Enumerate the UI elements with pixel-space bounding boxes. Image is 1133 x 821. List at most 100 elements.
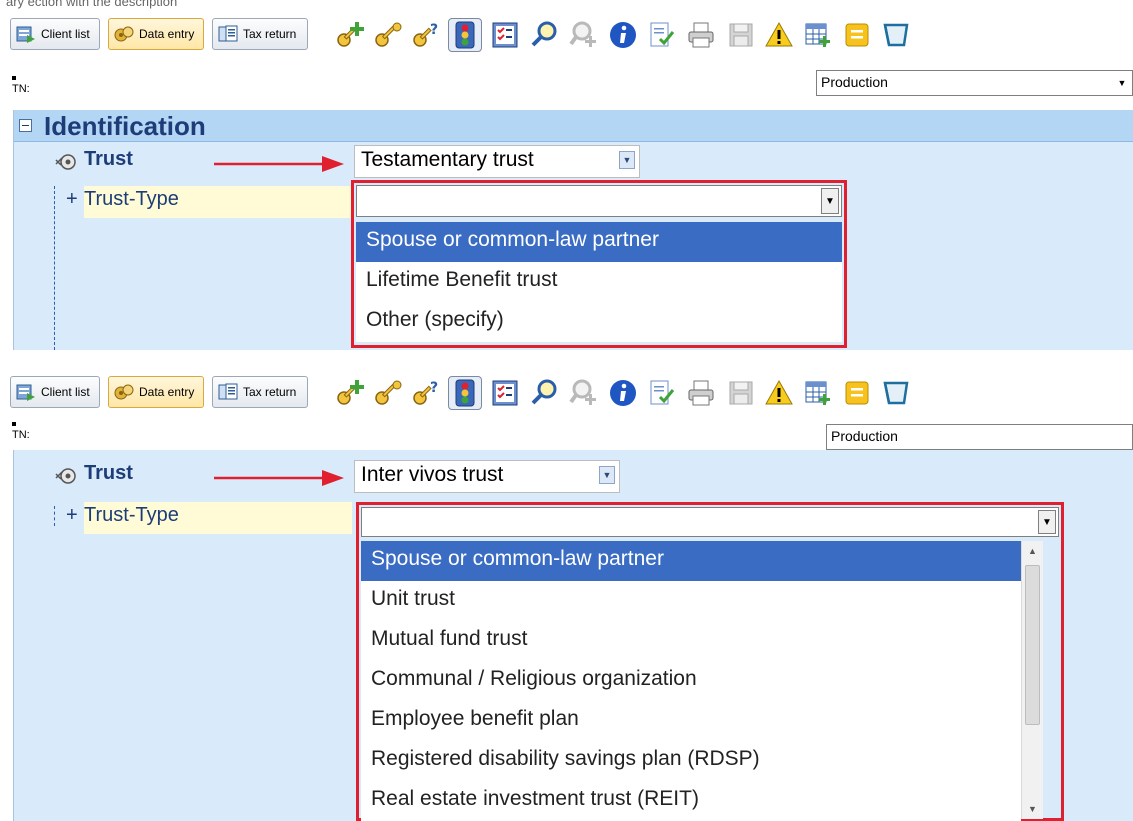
tree-connector (54, 186, 55, 350)
option-spouse[interactable]: Spouse or common-law partner (361, 541, 1021, 581)
magnifier-icon[interactable] (528, 18, 562, 52)
option-communal-religious[interactable]: Communal / Religious organization (361, 661, 1021, 701)
trust-type-options: Spouse or common-law partner Lifetime Be… (356, 222, 842, 342)
return-icon[interactable] (879, 376, 913, 410)
section-header-identification[interactable]: Identification (14, 110, 1133, 142)
checklist-icon[interactable] (488, 376, 522, 410)
production-select-value: Production (831, 428, 898, 444)
trust-label: Trust (84, 148, 133, 170)
tn-marker (12, 422, 16, 426)
note-icon[interactable] (840, 18, 874, 52)
return-icon[interactable] (879, 18, 913, 52)
trust-select-value: Testamentary trust (361, 148, 534, 171)
client-list-icon (15, 23, 37, 45)
tax-return-icon (217, 381, 239, 403)
key-icon[interactable] (371, 376, 405, 410)
trust-type-combobox[interactable]: ▼ (356, 185, 842, 217)
traffic-light-icon[interactable] (448, 18, 482, 52)
data-entry-form: Identification Trust Testamentary trust … (13, 110, 1133, 350)
trust-select[interactable]: Inter vivos trust ▼ (354, 460, 620, 493)
key-icon[interactable] (371, 18, 405, 52)
option-spouse[interactable]: Spouse or common-law partner (356, 222, 842, 262)
red-arrow-annotation (214, 470, 344, 486)
scroll-down-icon[interactable]: ▼ (1022, 799, 1043, 819)
option-rdsp[interactable]: Registered disability savings plan (RDSP… (361, 741, 1021, 781)
warning-icon[interactable] (762, 376, 796, 410)
trust-select-value: Inter vivos trust (361, 463, 504, 486)
data-entry-tab[interactable]: Data entry (108, 18, 204, 50)
printer-icon[interactable] (684, 376, 718, 410)
tax-return-tab[interactable]: Tax return (212, 376, 308, 408)
info-icon[interactable] (606, 18, 640, 52)
data-entry-tab[interactable]: Data entry (108, 376, 204, 408)
chevron-down-icon[interactable]: ▼ (1114, 74, 1130, 92)
option-mutual-fund-trust[interactable]: Mutual fund trust (361, 621, 1021, 661)
production-select-value: Production (821, 74, 888, 90)
key-question-icon[interactable]: ? (409, 376, 443, 410)
document-check-icon[interactable] (645, 18, 679, 52)
tax-return-icon (217, 23, 239, 45)
magnifier-add-icon[interactable] (567, 376, 601, 410)
save-icon[interactable] (724, 376, 758, 410)
expand-icon[interactable]: + (66, 188, 78, 211)
option-lifetime-benefit[interactable]: Lifetime Benefit trust (356, 262, 842, 302)
data-entry-form: Trust Inter vivos trust ▼ + Trust-Type ▼… (13, 450, 1133, 821)
trust-type-label: Trust-Type (84, 186, 352, 218)
key-question-icon[interactable]: ? (409, 18, 443, 52)
add-key-icon[interactable] (333, 18, 367, 52)
trust-type-label: Trust-Type (84, 502, 352, 534)
trust-select[interactable]: Testamentary trust ▼ (354, 145, 640, 178)
option-unit-trust[interactable]: Unit trust (361, 581, 1021, 621)
svg-text:?: ? (430, 380, 438, 396)
scrollbar-thumb[interactable] (1025, 565, 1040, 725)
trust-label: Trust (84, 462, 133, 484)
magnifier-icon[interactable] (528, 376, 562, 410)
warning-icon[interactable] (762, 18, 796, 52)
printer-icon[interactable] (684, 18, 718, 52)
traffic-light-icon[interactable] (448, 376, 482, 410)
document-check-icon[interactable] (645, 376, 679, 410)
option-reit[interactable]: Real estate investment trust (REIT) (361, 781, 1021, 821)
top-screenshot-panel: ary ection with the description Client l… (0, 0, 1133, 350)
add-table-icon[interactable] (801, 18, 835, 52)
options-scrollbar[interactable]: ▲ ▼ (1021, 541, 1043, 819)
production-select[interactable]: Production (826, 424, 1133, 450)
gear-icon (55, 154, 76, 170)
save-icon[interactable] (724, 18, 758, 52)
collapse-icon[interactable] (19, 119, 32, 132)
note-icon[interactable] (840, 376, 874, 410)
scroll-up-icon[interactable]: ▲ (1022, 541, 1043, 561)
client-list-icon (15, 381, 37, 403)
svg-text:?: ? (430, 22, 438, 38)
bottom-screenshot-panel: Client list Data entry Tax return ? TN: … (0, 356, 1133, 821)
production-select[interactable]: Production ▼ (816, 70, 1133, 96)
main-toolbar: Client list Data entry Tax return ? (0, 370, 1133, 416)
expand-icon[interactable]: + (66, 504, 78, 527)
chevron-down-icon[interactable]: ▼ (1038, 510, 1056, 534)
add-key-icon[interactable] (333, 376, 367, 410)
tree-connector (54, 506, 55, 526)
main-toolbar: Client list Data entry Tax return ? (0, 12, 1133, 58)
chevron-down-icon[interactable]: ▼ (821, 188, 839, 214)
magnifier-add-icon[interactable] (567, 18, 601, 52)
checklist-icon[interactable] (488, 18, 522, 52)
trust-type-options: Spouse or common-law partner Unit trust … (361, 541, 1021, 821)
section-title: Identification (44, 111, 206, 141)
chevron-down-icon[interactable]: ▼ (619, 151, 635, 169)
option-other[interactable]: Other (specify) (356, 302, 842, 342)
client-list-tab[interactable]: Client list (10, 18, 100, 50)
trust-type-combobox[interactable]: ▼ (361, 507, 1059, 537)
tn-label: TN: (12, 429, 30, 441)
data-entry-icon (113, 381, 135, 403)
data-entry-icon (113, 23, 135, 45)
red-arrow-annotation (214, 156, 344, 172)
tn-marker (12, 76, 16, 80)
cropped-caption-text: ary ection with the description (6, 0, 178, 9)
info-icon[interactable] (606, 376, 640, 410)
tax-return-tab[interactable]: Tax return (212, 18, 308, 50)
add-table-icon[interactable] (801, 376, 835, 410)
gear-icon (55, 468, 76, 484)
chevron-down-icon[interactable]: ▼ (599, 466, 615, 484)
client-list-tab[interactable]: Client list (10, 376, 100, 408)
option-employee-benefit-plan[interactable]: Employee benefit plan (361, 701, 1021, 741)
